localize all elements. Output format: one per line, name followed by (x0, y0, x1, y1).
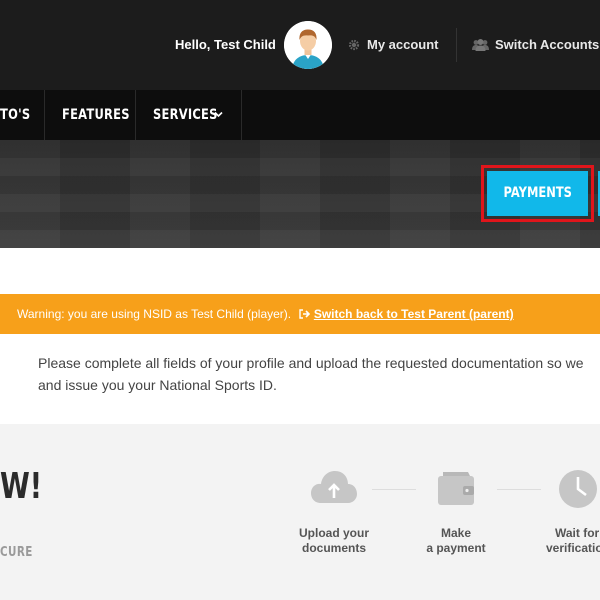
intro-text: Please complete all fields of your profi… (38, 352, 600, 396)
nav-divider (135, 90, 136, 140)
step-verify-line-1: Wait for (555, 526, 600, 540)
step-payment-label: Make a payment (420, 526, 492, 556)
step-connector (497, 489, 541, 490)
users-icon (472, 38, 489, 51)
my-account-link[interactable]: My account (348, 37, 439, 52)
steps-subheading: CURE (0, 545, 33, 560)
clock-icon (559, 470, 597, 508)
nav-item-photos[interactable]: TO'S (0, 90, 30, 140)
step-connector (372, 489, 416, 490)
sign-out-icon (299, 309, 311, 319)
gear-icon (348, 39, 360, 50)
switch-accounts-link[interactable]: Switch Accounts (472, 37, 599, 52)
step-payment-line-1: Make (440, 526, 472, 540)
avatar[interactable] (284, 21, 332, 69)
step-payment-line-2: a payment (426, 541, 486, 555)
user-avatar-icon (284, 21, 332, 69)
greeting-text: Hello, Test Child (175, 37, 276, 52)
nav-item-features[interactable]: FEATURES (62, 90, 130, 140)
intro-line-2: and issue you your National Sports ID. (38, 377, 277, 393)
switch-accounts-label: Switch Accounts (495, 37, 600, 52)
warning-banner: Warning: you are using NSID as Test Chil… (0, 294, 600, 334)
nav-divider (241, 90, 242, 140)
header-divider (456, 28, 457, 62)
intro-line-1: Please complete all fields of your profi… (38, 355, 584, 371)
wallet-icon (438, 472, 474, 505)
my-account-label: My account (367, 37, 439, 52)
steps-heading: W! (0, 466, 43, 507)
main-nav: TO'S FEATURES SERVICES (0, 90, 600, 140)
step-verify-line-2: verification (546, 541, 600, 555)
step-verify-label: Wait for verification (546, 526, 600, 556)
cloud-upload-icon (311, 471, 357, 503)
nav-divider (44, 90, 45, 140)
step-upload-label: Upload your documents (297, 526, 371, 556)
step-upload-line-2: documents (301, 541, 366, 555)
steps-section (0, 424, 600, 600)
switch-back-link[interactable]: Switch back to Test Parent (parent) (314, 307, 514, 321)
chevron-down-icon[interactable] (214, 111, 223, 118)
payments-button[interactable]: PAYMENTS (487, 171, 588, 216)
step-upload-line-1: Upload your (298, 526, 369, 540)
payments-button-label: PAYMENTS (503, 185, 572, 201)
warning-text: Warning: you are using NSID as Test Chil… (17, 307, 292, 321)
nav-item-services[interactable]: SERVICES (153, 90, 218, 140)
top-bar: Hello, Test Child My account Switch Acco… (0, 0, 600, 90)
